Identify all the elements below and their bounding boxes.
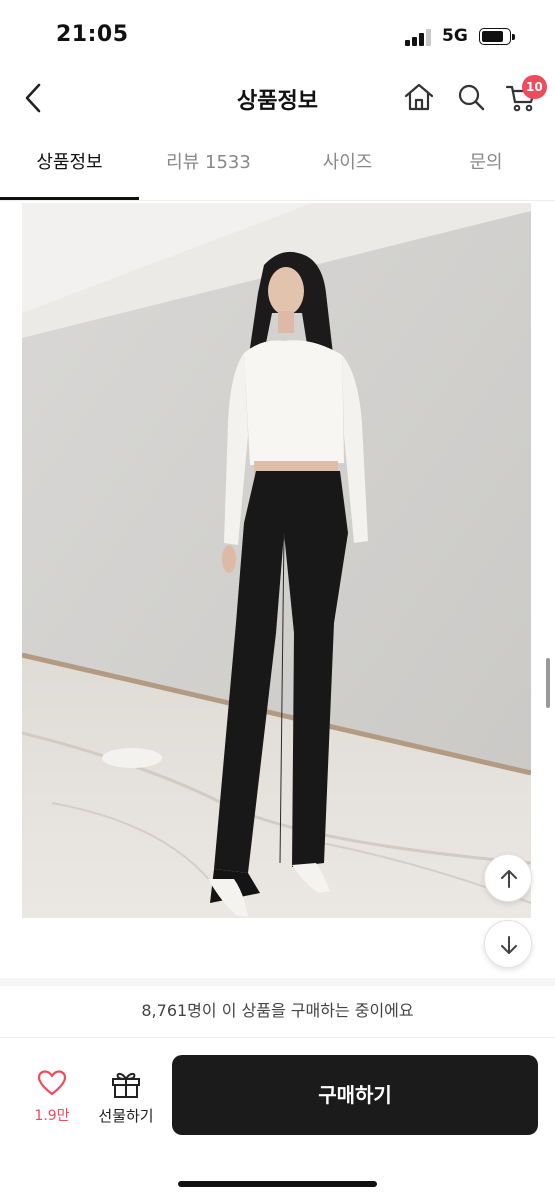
buy-button[interactable]: 구매하기 [172, 1055, 538, 1135]
search-button[interactable] [454, 80, 488, 114]
like-button[interactable]: 1.9만 [26, 1069, 78, 1129]
heart-icon [37, 1070, 67, 1096]
arrow-up-icon [501, 870, 517, 888]
scroll-down-button[interactable] [484, 920, 532, 968]
home-button[interactable] [402, 80, 436, 114]
tab-reviews[interactable]: 리뷰 1533 [139, 135, 278, 199]
search-icon [458, 84, 485, 111]
bottom-action-bar: 1.9만 선물하기 구매하기 [0, 1039, 555, 1200]
status-time: 21:05 [56, 22, 129, 47]
active-tab-indicator [0, 197, 139, 200]
like-count: 1.9만 [34, 1108, 70, 1124]
chevron-left-icon [25, 83, 41, 113]
tab-product-info[interactable]: 상품정보 [0, 135, 139, 199]
gift-icon [112, 1072, 140, 1098]
home-indicator [178, 1181, 377, 1187]
tab-inquiry[interactable]: 문의 [417, 135, 555, 199]
scroll-top-button[interactable] [484, 854, 532, 902]
gift-label: 선물하기 [98, 1107, 154, 1125]
network-label: 5G [442, 26, 468, 46]
back-button[interactable] [18, 80, 52, 116]
cart-count-badge: 10 [522, 75, 547, 99]
tab-size[interactable]: 사이즈 [278, 135, 417, 199]
status-bar: 21:05 5G [0, 0, 555, 70]
section-divider [0, 978, 555, 986]
battery-icon [479, 28, 515, 45]
buyers-count-banner: 8,761명이 이 상품을 구매하는 중이에요 [0, 986, 555, 1038]
app-header: 상품정보 [0, 70, 555, 126]
product-tabs: 상품정보 리뷰 1533 사이즈 문의 [0, 135, 555, 201]
home-icon [404, 83, 434, 111]
page-scrollbar[interactable] [546, 658, 550, 708]
signal-strength-icon [405, 28, 435, 46]
product-photo [22, 203, 531, 918]
arrow-down-icon [501, 936, 517, 954]
gift-button[interactable]: 선물하기 [90, 1069, 162, 1129]
